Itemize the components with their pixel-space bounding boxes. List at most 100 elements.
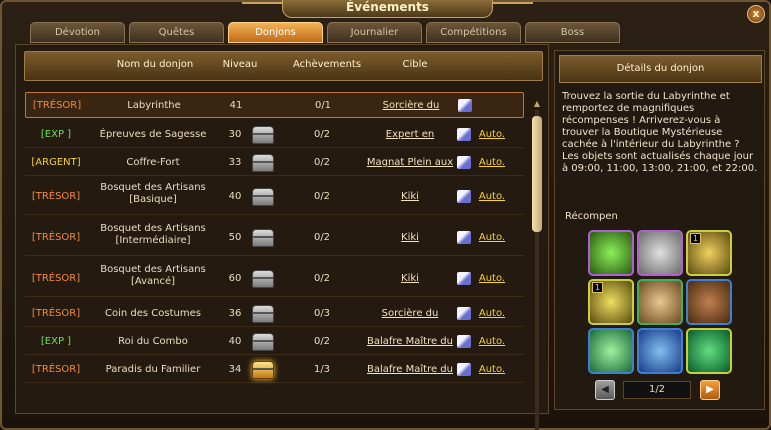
auto-path-link[interactable]: Auto. xyxy=(477,129,507,140)
tab-boss[interactable]: Boss xyxy=(525,22,620,43)
dungeon-achievements: 0/2 xyxy=(313,190,331,202)
table-row[interactable]: [TRÉSOR] Bosquet des Artisans [Basique] … xyxy=(25,178,524,215)
dungeon-tag: [EXP ] xyxy=(40,336,72,347)
dungeon-level: 50 xyxy=(228,231,242,243)
silver-coin-icon[interactable] xyxy=(637,230,683,276)
auto-path-link[interactable]: Auto. xyxy=(477,336,507,347)
dungeon-level: 41 xyxy=(229,100,243,111)
auto-path-link[interactable]: Auto. xyxy=(477,273,507,284)
prev-page-button[interactable]: ◀ xyxy=(595,380,615,400)
dungeon-target-link[interactable]: Kiki xyxy=(365,232,455,243)
quantity-badge: 1 xyxy=(592,282,603,293)
dungeon-tag: [EXP ] xyxy=(40,129,72,140)
exp-orb-icon[interactable] xyxy=(588,230,634,276)
quill-icon[interactable] xyxy=(457,307,473,321)
table-header: Nom du donjon Niveau Achèvements Cible xyxy=(24,51,543,81)
scroll-up-icon[interactable]: ▲ xyxy=(532,100,542,108)
dungeon-achievements: 0/2 xyxy=(313,336,331,347)
dungeon-level: 60 xyxy=(228,272,242,284)
dungeon-name: Bosquet des Artisans [Intermédiaire] xyxy=(100,223,206,246)
green-gem-icon[interactable] xyxy=(686,328,732,374)
quill-icon[interactable] xyxy=(457,271,473,286)
auto-path-link[interactable]: Auto. xyxy=(477,364,507,375)
rewards-pager: ◀ 1/2 ▶ xyxy=(595,379,720,401)
dungeon-level: 30 xyxy=(228,129,242,140)
dungeon-target-link[interactable]: Sorcière du xyxy=(365,308,455,319)
auto-path-link[interactable]: Auto. xyxy=(477,157,507,168)
book-icon[interactable] xyxy=(686,279,732,325)
table-row[interactable]: [TRÉSOR] Bosquet des Artisans [Intermédi… xyxy=(25,219,524,256)
dungeon-name: Épreuves de Sagesse xyxy=(99,129,207,140)
dungeon-target-link[interactable]: Kiki xyxy=(365,273,455,284)
dungeon-achievements: 0/2 xyxy=(313,231,331,243)
chest-icon xyxy=(252,333,274,353)
dungeon-achievements: 0/3 xyxy=(313,308,331,319)
quill-icon[interactable] xyxy=(457,363,473,377)
quill-icon[interactable] xyxy=(457,128,473,142)
dungeon-target-link[interactable]: Balafre Maître du xyxy=(365,336,455,347)
dungeon-target-link[interactable]: Magnat Plein aux xyxy=(365,157,455,168)
table-row[interactable]: [TRÉSOR] Coin des Costumes 36 0/3 Sorciè… xyxy=(25,301,524,327)
dungeon-target-link[interactable]: Expert en xyxy=(365,129,455,140)
gold-crystal-icon[interactable]: 1 xyxy=(588,279,634,325)
quill-icon[interactable] xyxy=(457,230,473,245)
chest-icon xyxy=(252,187,274,208)
dungeon-level: 40 xyxy=(228,190,242,202)
list-scrollbar[interactable]: ▲ ▼ xyxy=(531,100,543,430)
table-row[interactable]: [ARGENT] Coffre-Fort 33 0/2 Magnat Plein… xyxy=(25,150,524,176)
dungeon-level: 36 xyxy=(228,308,242,319)
tab-competitions[interactable]: Compétitions xyxy=(426,22,521,43)
dungeon-level: 33 xyxy=(228,157,242,168)
quill-icon[interactable] xyxy=(458,99,474,113)
dungeon-target-link[interactable]: Sorcière du xyxy=(366,100,456,111)
blue-card-icon[interactable] xyxy=(637,328,683,374)
close-button[interactable]: x xyxy=(747,5,765,23)
tab-journalier[interactable]: Journalier xyxy=(327,22,422,43)
next-page-button[interactable]: ▶ xyxy=(700,380,720,400)
header-level: Niveau xyxy=(222,59,258,70)
tab-donjons[interactable]: Donjons xyxy=(228,22,323,43)
auto-path-link[interactable]: Auto. xyxy=(477,308,507,319)
dungeon-tag: [TRÉSOR] xyxy=(31,231,81,243)
dungeon-level: 40 xyxy=(228,336,242,347)
dungeon-tag: [ARGENT] xyxy=(31,157,81,168)
tab-devotion[interactable]: Dévotion xyxy=(30,22,125,43)
dungeon-target-link[interactable]: Balafre Maître du xyxy=(365,364,455,375)
quantity-badge: 1 xyxy=(690,233,701,244)
dungeon-achievements: 0/1 xyxy=(314,100,332,111)
auto-path-link[interactable]: Auto. xyxy=(477,232,507,243)
gold-shards-icon[interactable]: 1 xyxy=(686,230,732,276)
dungeon-achievements: 0/2 xyxy=(313,157,331,168)
scroll-icon[interactable] xyxy=(637,279,683,325)
dungeon-list-panel: Nom du donjon Niveau Achèvements Cible [… xyxy=(15,44,549,430)
table-row[interactable]: [EXP ] Roi du Combo 40 0/2 Balafre Maîtr… xyxy=(25,329,524,355)
table-row[interactable]: [TRÉSOR] Bosquet des Artisans [Avancé] 6… xyxy=(25,260,524,297)
table-row[interactable]: [TRÉSOR] Paradis du Familier 34 1/3 Bala… xyxy=(25,357,524,383)
auto-path-link[interactable]: Auto. xyxy=(477,191,507,202)
dungeon-level: 34 xyxy=(228,364,242,375)
dungeon-name: Bosquet des Artisans [Avancé] xyxy=(100,264,206,287)
title-ornament-left xyxy=(242,2,282,20)
dungeon-name: Coffre-Fort xyxy=(126,157,180,168)
scroll-thumb[interactable] xyxy=(532,116,542,232)
details-description: Trouvez la sortie du Labyrinthe et rempo… xyxy=(562,91,758,174)
dungeon-name: Coin des Costumes xyxy=(105,308,201,319)
quill-icon[interactable] xyxy=(457,156,473,170)
chest-icon xyxy=(252,361,274,381)
events-window: Événements x Dévotion Quêtes Donjons Jou… xyxy=(0,0,771,430)
title-ornament-right xyxy=(493,2,533,20)
tab-quetes[interactable]: Quêtes xyxy=(129,22,224,43)
table-row[interactable]: [TRÉSOR] Labyrinthe 41 0/1 Sorcière du xyxy=(25,92,524,118)
header-name: Nom du donjon xyxy=(116,59,194,70)
dungeon-achievements: 1/3 xyxy=(313,364,331,375)
details-header: Détails du donjon xyxy=(559,55,762,83)
green-leaf-icon[interactable] xyxy=(588,328,634,374)
table-row[interactable]: [EXP ] Épreuves de Sagesse 30 0/2 Expert… xyxy=(25,122,524,148)
header-target: Cible xyxy=(402,59,428,70)
quill-icon[interactable] xyxy=(457,335,473,349)
window-title: Événements xyxy=(282,0,493,18)
quill-icon[interactable] xyxy=(457,189,473,204)
dungeon-name: Bosquet des Artisans [Basique] xyxy=(100,182,206,205)
header-achievements: Achèvements xyxy=(292,59,362,70)
dungeon-target-link[interactable]: Kiki xyxy=(365,191,455,202)
